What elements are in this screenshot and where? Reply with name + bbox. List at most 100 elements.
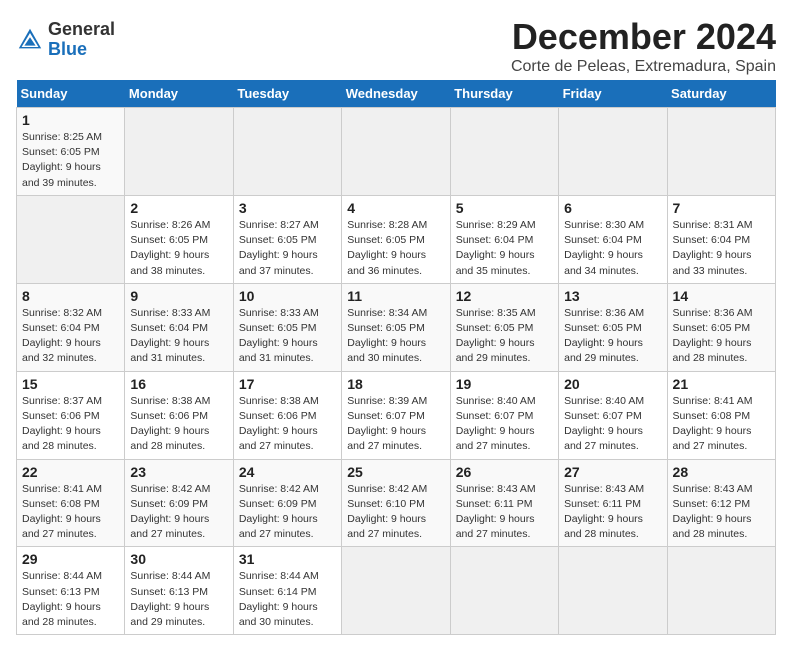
day-number: 23	[130, 464, 227, 480]
calendar-cell: 29 Sunrise: 8:44 AMSunset: 6:13 PMDaylig…	[17, 547, 125, 635]
header-row: Sunday Monday Tuesday Wednesday Thursday…	[17, 80, 776, 108]
day-info: Sunrise: 8:29 AMSunset: 6:04 PMDaylight:…	[456, 218, 553, 279]
day-info: Sunrise: 8:33 AMSunset: 6:05 PMDaylight:…	[239, 306, 336, 367]
logo-text: General Blue	[48, 20, 115, 60]
day-number: 4	[347, 200, 444, 216]
day-number: 31	[239, 551, 336, 567]
day-number: 10	[239, 288, 336, 304]
day-number: 29	[22, 551, 119, 567]
day-number: 2	[130, 200, 227, 216]
day-number: 6	[564, 200, 661, 216]
calendar-cell	[667, 547, 775, 635]
day-number: 19	[456, 376, 553, 392]
calendar-cell: 15 Sunrise: 8:37 AMSunset: 6:06 PMDaylig…	[17, 371, 125, 459]
day-number: 15	[22, 376, 119, 392]
day-info: Sunrise: 8:36 AMSunset: 6:05 PMDaylight:…	[564, 306, 661, 367]
calendar-cell	[559, 547, 667, 635]
day-number: 17	[239, 376, 336, 392]
calendar-cell: 21 Sunrise: 8:41 AMSunset: 6:08 PMDaylig…	[667, 371, 775, 459]
day-number: 21	[673, 376, 770, 392]
day-number: 3	[239, 200, 336, 216]
logo: General Blue	[16, 20, 115, 60]
day-info: Sunrise: 8:34 AMSunset: 6:05 PMDaylight:…	[347, 306, 444, 367]
day-number: 14	[673, 288, 770, 304]
calendar-cell	[450, 108, 558, 196]
calendar-cell: 20 Sunrise: 8:40 AMSunset: 6:07 PMDaylig…	[559, 371, 667, 459]
day-number: 13	[564, 288, 661, 304]
calendar-cell: 4 Sunrise: 8:28 AMSunset: 6:05 PMDayligh…	[342, 195, 450, 283]
day-number: 5	[456, 200, 553, 216]
day-info: Sunrise: 8:42 AMSunset: 6:09 PMDaylight:…	[239, 482, 336, 543]
day-info: Sunrise: 8:30 AMSunset: 6:04 PMDaylight:…	[564, 218, 661, 279]
calendar-cell: 30 Sunrise: 8:44 AMSunset: 6:13 PMDaylig…	[125, 547, 233, 635]
day-info: Sunrise: 8:43 AMSunset: 6:11 PMDaylight:…	[564, 482, 661, 543]
logo-general: General	[48, 20, 115, 40]
calendar-row: 2 Sunrise: 8:26 AMSunset: 6:05 PMDayligh…	[17, 195, 776, 283]
calendar-row: 8 Sunrise: 8:32 AMSunset: 6:04 PMDayligh…	[17, 283, 776, 371]
day-number: 22	[22, 464, 119, 480]
day-info: Sunrise: 8:28 AMSunset: 6:05 PMDaylight:…	[347, 218, 444, 279]
day-info: Sunrise: 8:31 AMSunset: 6:04 PMDaylight:…	[673, 218, 770, 279]
calendar-cell	[667, 108, 775, 196]
day-number: 16	[130, 376, 227, 392]
day-number: 27	[564, 464, 661, 480]
day-number: 26	[456, 464, 553, 480]
day-number: 20	[564, 376, 661, 392]
day-info: Sunrise: 8:38 AMSunset: 6:06 PMDaylight:…	[130, 394, 227, 455]
day-number: 28	[673, 464, 770, 480]
calendar-row: 15 Sunrise: 8:37 AMSunset: 6:06 PMDaylig…	[17, 371, 776, 459]
day-info: Sunrise: 8:36 AMSunset: 6:05 PMDaylight:…	[673, 306, 770, 367]
day-number: 1	[22, 112, 119, 128]
logo-icon	[16, 26, 44, 54]
day-number: 9	[130, 288, 227, 304]
calendar-cell	[17, 195, 125, 283]
calendar-cell	[342, 108, 450, 196]
day-number: 8	[22, 288, 119, 304]
day-info: Sunrise: 8:25 AMSunset: 6:05 PMDaylight:…	[22, 130, 119, 191]
calendar-cell: 22 Sunrise: 8:41 AMSunset: 6:08 PMDaylig…	[17, 459, 125, 547]
calendar-cell: 14 Sunrise: 8:36 AMSunset: 6:05 PMDaylig…	[667, 283, 775, 371]
calendar-cell: 24 Sunrise: 8:42 AMSunset: 6:09 PMDaylig…	[233, 459, 341, 547]
day-info: Sunrise: 8:40 AMSunset: 6:07 PMDaylight:…	[564, 394, 661, 455]
calendar-cell: 7 Sunrise: 8:31 AMSunset: 6:04 PMDayligh…	[667, 195, 775, 283]
calendar-cell: 16 Sunrise: 8:38 AMSunset: 6:06 PMDaylig…	[125, 371, 233, 459]
day-info: Sunrise: 8:42 AMSunset: 6:10 PMDaylight:…	[347, 482, 444, 543]
calendar-cell	[450, 547, 558, 635]
col-friday: Friday	[559, 80, 667, 108]
location-subtitle: Corte de Peleas, Extremadura, Spain	[511, 58, 776, 76]
day-info: Sunrise: 8:35 AMSunset: 6:05 PMDaylight:…	[456, 306, 553, 367]
header: General Blue December 2024 Corte de Pele…	[16, 16, 776, 76]
calendar-cell	[559, 108, 667, 196]
day-info: Sunrise: 8:44 AMSunset: 6:14 PMDaylight:…	[239, 569, 336, 630]
col-monday: Monday	[125, 80, 233, 108]
day-info: Sunrise: 8:43 AMSunset: 6:11 PMDaylight:…	[456, 482, 553, 543]
day-info: Sunrise: 8:38 AMSunset: 6:06 PMDaylight:…	[239, 394, 336, 455]
col-saturday: Saturday	[667, 80, 775, 108]
calendar-table: Sunday Monday Tuesday Wednesday Thursday…	[16, 80, 776, 635]
day-info: Sunrise: 8:40 AMSunset: 6:07 PMDaylight:…	[456, 394, 553, 455]
calendar-row: 1 Sunrise: 8:25 AMSunset: 6:05 PMDayligh…	[17, 108, 776, 196]
calendar-cell: 8 Sunrise: 8:32 AMSunset: 6:04 PMDayligh…	[17, 283, 125, 371]
calendar-row: 29 Sunrise: 8:44 AMSunset: 6:13 PMDaylig…	[17, 547, 776, 635]
calendar-cell: 17 Sunrise: 8:38 AMSunset: 6:06 PMDaylig…	[233, 371, 341, 459]
day-info: Sunrise: 8:44 AMSunset: 6:13 PMDaylight:…	[22, 569, 119, 630]
col-tuesday: Tuesday	[233, 80, 341, 108]
day-info: Sunrise: 8:26 AMSunset: 6:05 PMDaylight:…	[130, 218, 227, 279]
calendar-cell: 13 Sunrise: 8:36 AMSunset: 6:05 PMDaylig…	[559, 283, 667, 371]
day-number: 25	[347, 464, 444, 480]
calendar-cell: 6 Sunrise: 8:30 AMSunset: 6:04 PMDayligh…	[559, 195, 667, 283]
calendar-cell: 1 Sunrise: 8:25 AMSunset: 6:05 PMDayligh…	[17, 108, 125, 196]
day-info: Sunrise: 8:41 AMSunset: 6:08 PMDaylight:…	[673, 394, 770, 455]
day-number: 30	[130, 551, 227, 567]
calendar-cell: 3 Sunrise: 8:27 AMSunset: 6:05 PMDayligh…	[233, 195, 341, 283]
col-wednesday: Wednesday	[342, 80, 450, 108]
day-info: Sunrise: 8:42 AMSunset: 6:09 PMDaylight:…	[130, 482, 227, 543]
calendar-cell: 19 Sunrise: 8:40 AMSunset: 6:07 PMDaylig…	[450, 371, 558, 459]
day-number: 18	[347, 376, 444, 392]
day-info: Sunrise: 8:33 AMSunset: 6:04 PMDaylight:…	[130, 306, 227, 367]
calendar-cell: 2 Sunrise: 8:26 AMSunset: 6:05 PMDayligh…	[125, 195, 233, 283]
col-thursday: Thursday	[450, 80, 558, 108]
calendar-cell: 25 Sunrise: 8:42 AMSunset: 6:10 PMDaylig…	[342, 459, 450, 547]
day-info: Sunrise: 8:43 AMSunset: 6:12 PMDaylight:…	[673, 482, 770, 543]
calendar-row: 22 Sunrise: 8:41 AMSunset: 6:08 PMDaylig…	[17, 459, 776, 547]
